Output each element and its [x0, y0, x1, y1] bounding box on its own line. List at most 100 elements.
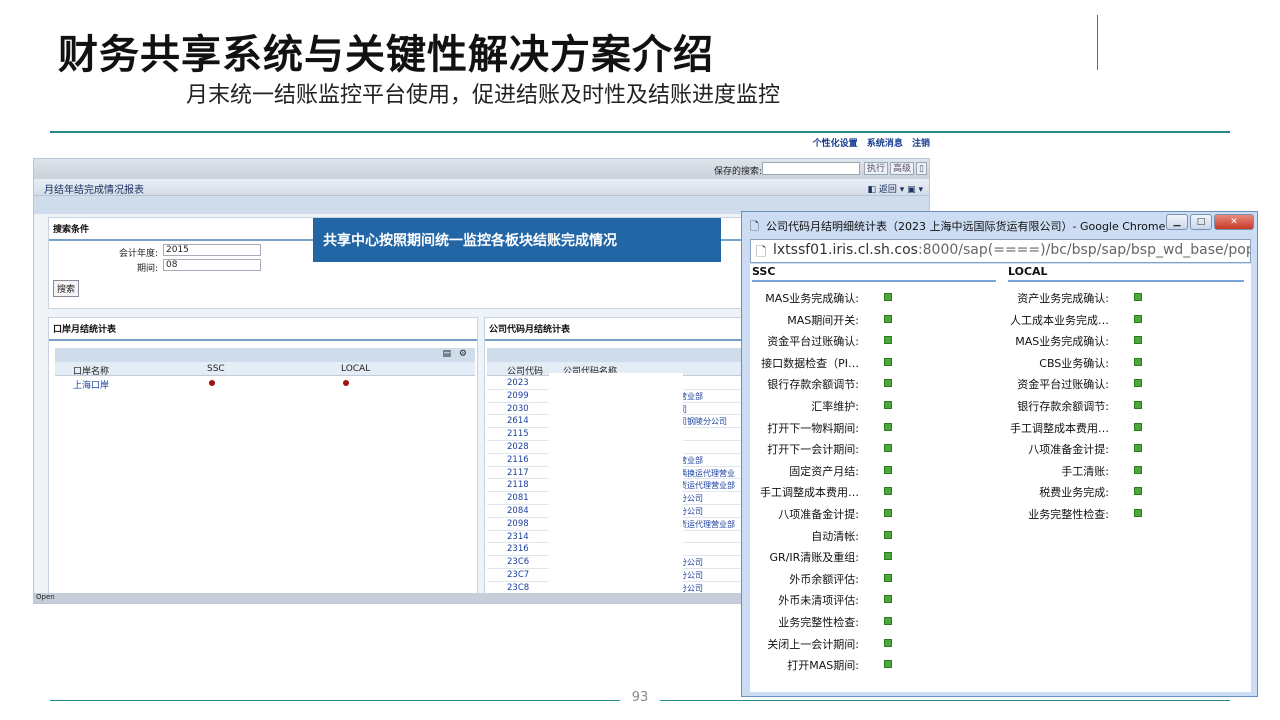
status-complete-icon [884, 293, 892, 301]
close-button[interactable]: ✕ [1214, 214, 1254, 230]
maximize-button[interactable]: □ [1190, 214, 1212, 230]
company-code-link[interactable]: 2098 [507, 519, 529, 529]
back-button[interactable]: ◧ 返回 ▾ ▣ ▾ [867, 182, 923, 195]
check-item-label: 银行存款余额调节: [1017, 400, 1109, 413]
status-complete-icon [1134, 314, 1142, 323]
export-icon[interactable]: ▤ [442, 349, 451, 359]
company-code-link[interactable]: 2118 [507, 480, 529, 490]
fiscal-year-input[interactable]: 2015 [163, 244, 261, 256]
logout-link[interactable]: 注销 [912, 139, 930, 149]
company-code-link[interactable]: 2316 [507, 544, 529, 554]
status-complete-icon [884, 336, 892, 345]
check-item-label: 外币余额评估: [789, 572, 859, 586]
check-item-label: 资产业务完成确认: [1017, 292, 1109, 305]
execute-button[interactable]: 执行 [864, 162, 889, 175]
status-complete-icon [1134, 357, 1142, 366]
popup-titlebar: 🗋 公司代码月结明细统计表（2023 上海中远国际货运有限公司）- Google… [742, 212, 1257, 238]
status-complete-icon [884, 422, 892, 431]
company-code-link[interactable]: 2028 [507, 442, 529, 452]
company-name-link[interactable]: 司钢陵分公司 [679, 416, 727, 427]
page-number: 93 [631, 690, 649, 705]
status-complete-icon [884, 573, 892, 582]
system-messages-link[interactable]: 系统消息 [867, 139, 903, 149]
sap-top-links: 个性化设置 系统消息 注销 [650, 136, 930, 149]
status-complete-icon [1134, 422, 1142, 431]
check-item-label: 自动清帐: [811, 529, 859, 543]
status-complete-icon [884, 530, 892, 539]
check-item-label: 税费业务完成: [1039, 486, 1109, 500]
ssc-header-text: SSC [752, 265, 776, 278]
status-complete-icon [884, 509, 892, 517]
slide-title: 财务共享系统与关键性解决方案介绍 [58, 32, 714, 78]
company-name-link[interactable]: 货运代理营业部 [679, 519, 735, 530]
local-status-dot [343, 380, 349, 386]
footer-rule-left [50, 700, 620, 701]
col-company-code[interactable]: 公司代码 [507, 364, 543, 377]
check-item-label: 业务完整性检查: [1028, 508, 1109, 521]
toolbar-icon[interactable]: ▯ [916, 162, 927, 175]
saved-search-select[interactable] [762, 162, 860, 175]
back-icon: ◧ [867, 185, 876, 195]
redaction-box [549, 373, 683, 593]
port-name-link[interactable]: 上海口岸 [73, 378, 109, 391]
fiscal-year-label: 会计年度: [119, 249, 159, 259]
company-code-link[interactable]: 2081 [507, 493, 529, 503]
company-code-link[interactable]: 2084 [507, 506, 529, 516]
table-row[interactable]: 上海口岸 [55, 376, 475, 391]
company-name-link[interactable]: 货运代理营业部 [679, 480, 735, 491]
local-header-text: LOCAL [1008, 265, 1048, 278]
status-complete-icon [884, 660, 892, 669]
status-complete-icon [1134, 379, 1142, 388]
company-code-link[interactable]: 23C6 [507, 557, 529, 567]
minimize-button[interactable]: ▁ [1166, 214, 1188, 230]
page-icon: 🗋 [750, 220, 759, 233]
local-group-header: LOCAL [1008, 265, 1244, 282]
status-complete-icon [1134, 487, 1142, 496]
sap-page-title: 月结年结完成情况报表 [44, 185, 144, 196]
company-code-link[interactable]: 23C8 [507, 583, 529, 593]
col-local[interactable]: LOCAL [341, 364, 370, 374]
col-ssc[interactable]: SSC [207, 364, 225, 374]
company-code-link[interactable]: 2117 [507, 468, 529, 478]
company-code-link[interactable]: 2115 [507, 429, 529, 439]
check-item-label: 外币未清项评估: [778, 594, 859, 608]
advanced-button[interactable]: 高级 [890, 162, 915, 175]
status-complete-icon [1134, 444, 1142, 453]
slide-subtitle: 月末统一结账监控平台使用，促进结账及时性及结账进度监控 [186, 83, 781, 108]
personal-settings-link[interactable]: 个性化设置 [813, 139, 858, 149]
search-button[interactable]: 搜索 [53, 280, 80, 297]
popup-window-title: 公司代码月结明细统计表（2023 上海中远国际货运有限公司）- Google C… [766, 220, 1166, 233]
check-item-label: 打开下一会计期间: [767, 443, 859, 457]
company-code-link[interactable]: 2614 [507, 416, 529, 426]
company-code-link[interactable]: 2030 [507, 404, 529, 414]
settings-icon[interactable]: ⚙ [459, 349, 467, 359]
check-item-label: 业务完整性检查: [778, 616, 859, 629]
company-code-link[interactable]: 2116 [507, 455, 529, 465]
status-complete-icon [1134, 293, 1142, 301]
check-item-label: MAS业务完成确认: [1015, 335, 1109, 349]
check-item-label: 人工成本业务完成… [1010, 313, 1109, 327]
check-item-label: GR/IR清账及重组: [769, 551, 859, 565]
check-item-label: 关闭上一会计期间: [767, 637, 859, 651]
popup-content: SSC LOCAL MAS业务完成确认: MAS期间开关: 资金平台过账确认: 接口数… [750, 264, 1251, 692]
period-label: 期间: [137, 264, 159, 274]
check-item-label: 汇率维护: [811, 400, 859, 413]
ssc-status-dot [209, 380, 215, 386]
chrome-popup-window: 🗋 公司代码月结明细统计表（2023 上海中远国际货运有限公司）- Google… [741, 211, 1258, 697]
company-name-link[interactable]: 辆换运代理营业 [679, 468, 735, 479]
check-item-label: 资金平台过账确认: [1017, 378, 1109, 392]
period-input[interactable]: 08 [163, 259, 261, 271]
company-stats-title: 公司代码月结统计表 [485, 318, 753, 341]
page-icon: 🗋 [756, 245, 767, 260]
company-code-link[interactable]: 2023 [507, 378, 529, 388]
company-grid-toolbar [487, 348, 753, 362]
company-code-link[interactable]: 23C7 [507, 570, 529, 580]
port-grid-header: 口岸名称 SSC LOCAL [55, 362, 475, 377]
company-code-link[interactable]: 2099 [507, 391, 529, 401]
check-item-label: MAS业务完成确认: [765, 292, 859, 305]
company-code-link[interactable]: 2314 [507, 532, 529, 542]
address-bar[interactable]: 🗋 lxtssf01.iris.cl.sh.cos:8000/sap(====)… [750, 239, 1251, 263]
check-item-label: 八项准备金计提: [1028, 443, 1109, 457]
status-complete-icon [1134, 401, 1142, 409]
check-item-label: 接口数据检查（PI… [761, 356, 859, 370]
